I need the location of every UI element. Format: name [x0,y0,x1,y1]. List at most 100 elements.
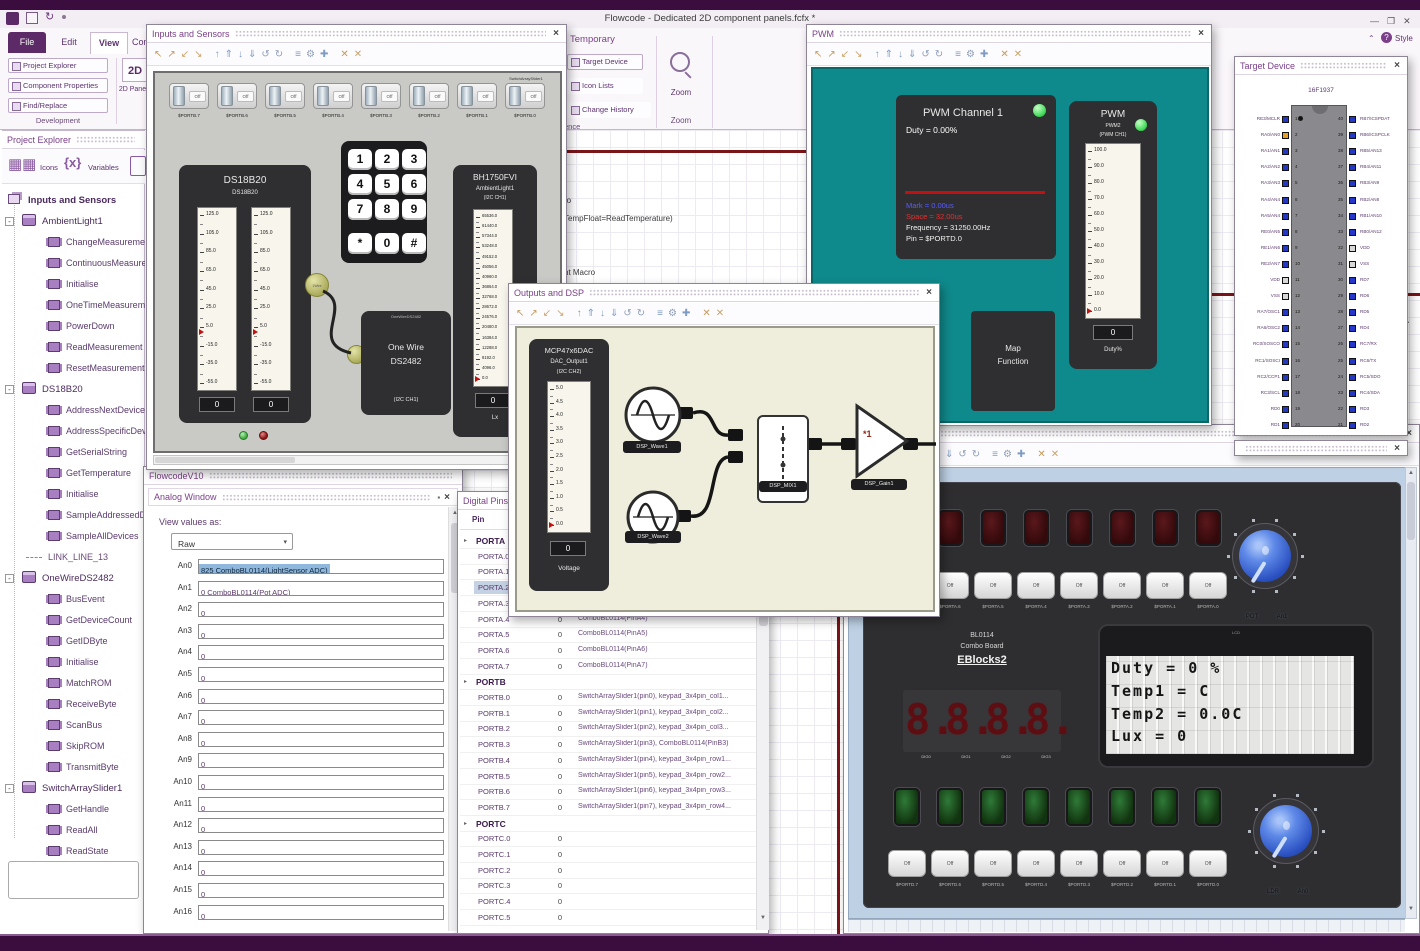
analog-value-field[interactable]: 0 [198,904,444,920]
scroll-down-icon[interactable]: ▼ [760,915,766,921]
tab-file[interactable]: File [8,32,46,53]
chip-pin-pad[interactable] [1282,293,1289,301]
delete-icon[interactable]: ✕ [1037,449,1045,460]
rotate-ccw-icon[interactable]: ↺ [921,49,929,60]
tree-item[interactable]: Inputs and Sensors [2,190,145,211]
pwm-slider-component[interactable]: PWM PWM2 (PWM CH1) 100.0 90.0 80.0 70.0 60.0… [1069,101,1157,369]
push-button[interactable]: Off [931,850,969,877]
chip-pin-pad[interactable] [1349,212,1356,220]
chip-pin-pad[interactable] [1349,180,1356,188]
pin-row-label[interactable]: PORTA.7 [478,662,509,671]
keypad-component[interactable]: 1 2 3 4 5 6 7 8 9 * 0 # [341,141,427,263]
delete-icon[interactable]: ✕ [702,308,710,319]
analog-value-field[interactable]: 0 [198,839,444,855]
port-group-label[interactable]: PORTC [476,819,506,829]
toggle-switch[interactable]: Off [217,83,257,109]
analog-value-field[interactable]: 0 [198,861,444,877]
analog-value-field[interactable]: 0 [198,818,444,834]
toggle-switch[interactable]: Off [265,83,305,109]
pin-row-label[interactable]: PORTB.6 [478,787,510,796]
select-icon[interactable]: ↖ [516,308,524,319]
help-icon[interactable]: ? [1381,32,1392,43]
keypad-key[interactable]: 6 [402,174,426,195]
ldr-knob[interactable] [1260,805,1312,857]
raise-top-icon[interactable]: ⇑ [225,49,233,60]
pin-icon[interactable]: ▪ [435,493,442,502]
icon-lists-toggle[interactable]: Icon Lists [567,78,643,94]
analog-value-field[interactable]: 0 [198,775,444,790]
tree-item[interactable]: - OneWireDS2482 [2,568,145,589]
chip-pin-pad[interactable] [1349,405,1356,413]
inputs-canvas[interactable]: SwitchArraySlider1 Off $PORTB.7 Off $PORTB.… [153,71,562,453]
tree-item[interactable]: ReadMeasurement [2,337,145,358]
tree-item[interactable]: - DS18B20 [2,379,145,400]
find-replace-button[interactable]: Find/Replace [8,98,108,113]
tree-item[interactable]: Initialise [2,274,145,295]
chip-pin-pad[interactable] [1282,212,1289,220]
push-button[interactable]: Off [1146,850,1184,877]
add-icon[interactable]: ✚ [320,49,328,60]
outputs-canvas[interactable]: MCP47x6DAC DAC_Output1 (I2C CH2) 5.0 4.5 4… [515,326,936,612]
tree-item[interactable]: GetHandle [2,799,145,820]
chip-pin-pad[interactable] [1282,148,1289,156]
chip-pin-pad[interactable] [1282,325,1289,333]
tree-item[interactable]: ResetMeasurement [2,358,145,379]
chip-pin-pad[interactable] [1282,244,1289,252]
analog-value-field[interactable]: 0 [198,710,444,726]
rotate-cw-icon[interactable]: ↻ [637,308,645,319]
select-all-icon[interactable]: ↘ [194,49,202,60]
icons-grid-icon[interactable]: ▦▦ [8,157,36,172]
icons-tab-label[interactable]: Icons [40,163,58,172]
lower-bottom-icon[interactable]: ⇓ [908,49,916,60]
chip-pin-pad[interactable] [1282,309,1289,317]
pwm-channel-component[interactable]: PWM Channel 1 Duty = 0.00% Mark = 0.00us… [896,95,1056,259]
pot-knob[interactable] [1239,530,1291,582]
chip-pin-pad[interactable] [1349,373,1356,381]
push-button[interactable]: Off [1189,572,1227,599]
select-drag-icon[interactable]: ↙ [181,49,189,60]
raise-icon[interactable]: ↑ [215,49,220,60]
keypad-key[interactable]: 2 [375,149,399,170]
switch-lever[interactable] [461,86,473,106]
rotate-cw-icon[interactable]: ↻ [935,49,943,60]
tree-item[interactable]: TransmitByte [2,757,145,778]
lower-icon[interactable]: ↓ [898,49,903,60]
settings-icon[interactable]: ⚙ [966,49,975,60]
remove-icon[interactable]: ✕ [1014,49,1022,60]
panel-partial-icon[interactable] [130,156,146,176]
switch-lever[interactable] [269,86,281,106]
chip-pin-pad[interactable] [1349,196,1356,204]
tree-item[interactable]: Initialise [2,652,145,673]
ribbon-collapse-icon[interactable]: ⌃ [1368,34,1375,43]
tree-item[interactable]: - AmbientLight1 [2,211,145,232]
bh1750-scale[interactable]: 65536.0 61440.0 57344.0 53248.0 49152.0 45056… [473,209,513,387]
push-button[interactable]: Off [974,850,1012,877]
tree-item[interactable]: AddressSpecificDevice [2,421,145,442]
chip-pin-pad[interactable] [1282,277,1289,284]
tree-item[interactable]: SampleAddressedDevice [2,505,145,526]
tree-item[interactable]: SampleAllDevices [2,526,145,547]
expander-icon[interactable]: - [5,784,14,793]
analog-value-field[interactable]: 0 [198,753,444,769]
keypad-key[interactable]: 8 [375,199,399,220]
chip-pin-pad[interactable] [1349,421,1356,429]
tree-item[interactable]: GetTemperature [2,463,145,484]
settings-icon[interactable]: ⚙ [306,49,315,60]
toggle-switch[interactable]: Off [409,83,449,109]
pin-column-header[interactable]: Pin [472,515,484,524]
close-icon[interactable]: ✕ [1403,16,1411,26]
lower-icon[interactable]: ↓ [600,308,605,319]
chip-pin-pad[interactable] [1349,164,1356,172]
keypad-key[interactable]: 0 [375,233,399,254]
collapsed-panel-titlebar[interactable]: × [1234,440,1408,456]
ds18b20-scale-right[interactable]: 125.0 105.0 85.0 65.0 45.0 25.0 5.0 -15.0 -35.0 -… [251,207,291,391]
pin-row-label[interactable]: PORTA.1 [478,567,509,576]
remove-icon[interactable]: ✕ [354,49,362,60]
toggle-switch[interactable]: Off [313,83,353,109]
select-all-icon[interactable]: ↘ [854,49,862,60]
expander-icon[interactable]: - [5,217,14,226]
chip-pin-pad[interactable] [1282,389,1289,397]
select-add-icon[interactable]: ↗ [827,49,835,60]
chip-pin-pad[interactable] [1282,228,1289,236]
chip-pin-pad[interactable] [1282,260,1289,268]
